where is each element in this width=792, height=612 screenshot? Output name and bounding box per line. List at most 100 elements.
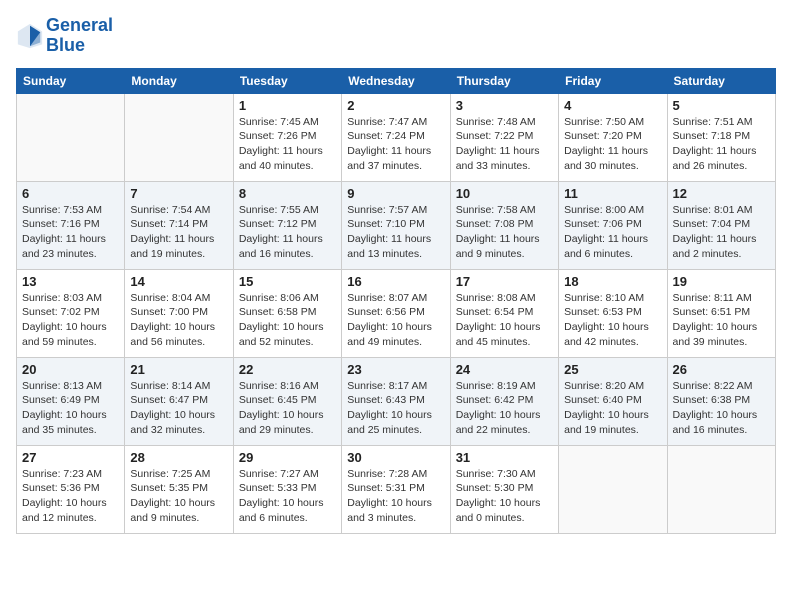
calendar-cell: 14 Sunrise: 8:04 AM Sunset: 7:00 PM Dayli… xyxy=(125,269,233,357)
day-info: Sunrise: 8:19 AM Sunset: 6:42 PM Dayligh… xyxy=(456,379,553,438)
calendar-cell: 8 Sunrise: 7:55 AM Sunset: 7:12 PM Daylig… xyxy=(233,181,341,269)
day-info: Sunrise: 7:25 AM Sunset: 5:35 PM Dayligh… xyxy=(130,467,227,526)
calendar-cell: 18 Sunrise: 8:10 AM Sunset: 6:53 PM Dayli… xyxy=(559,269,667,357)
day-number: 22 xyxy=(239,362,336,377)
calendar-cell: 4 Sunrise: 7:50 AM Sunset: 7:20 PM Daylig… xyxy=(559,93,667,181)
day-number: 13 xyxy=(22,274,119,289)
calendar-cell: 11 Sunrise: 8:00 AM Sunset: 7:06 PM Dayli… xyxy=(559,181,667,269)
calendar-cell: 23Sunrise: 8:17 AM Sunset: 6:43 PM Dayli… xyxy=(342,357,450,445)
calendar-cell: 30 Sunrise: 7:28 AM Sunset: 5:31 PM Dayli… xyxy=(342,445,450,533)
calendar-cell: 27 Sunrise: 7:23 AM Sunset: 5:36 PM Dayli… xyxy=(17,445,125,533)
day-number: 25 xyxy=(564,362,661,377)
page-header: General Blue xyxy=(16,16,776,56)
calendar-cell: 5Sunrise: 7:51 AM Sunset: 7:18 PM Daylig… xyxy=(667,93,775,181)
logo-icon xyxy=(16,22,44,50)
day-info: Sunrise: 8:22 AM Sunset: 6:38 PM Dayligh… xyxy=(673,379,770,438)
calendar-cell: 20 Sunrise: 8:13 AM Sunset: 6:49 PM Dayli… xyxy=(17,357,125,445)
day-number: 4 xyxy=(564,98,661,113)
calendar-cell: 6 Sunrise: 7:53 AM Sunset: 7:16 PM Daylig… xyxy=(17,181,125,269)
day-info: Sunrise: 8:17 AM Sunset: 6:43 PM Dayligh… xyxy=(347,379,444,438)
day-number: 10 xyxy=(456,186,553,201)
calendar-cell: 26 Sunrise: 8:22 AM Sunset: 6:38 PM Dayli… xyxy=(667,357,775,445)
calendar-cell: 3 Sunrise: 7:48 AM Sunset: 7:22 PM Daylig… xyxy=(450,93,558,181)
day-info: Sunrise: 8:13 AM Sunset: 6:49 PM Dayligh… xyxy=(22,379,119,438)
calendar-cell: 31 Sunrise: 7:30 AM Sunset: 5:30 PM Dayli… xyxy=(450,445,558,533)
day-info: Sunrise: 7:27 AM Sunset: 5:33 PM Dayligh… xyxy=(239,467,336,526)
calendar-week-row: 27 Sunrise: 7:23 AM Sunset: 5:36 PM Dayli… xyxy=(17,445,776,533)
day-info: Sunrise: 8:20 AM Sunset: 6:40 PM Dayligh… xyxy=(564,379,661,438)
calendar-cell: 24Sunrise: 8:19 AM Sunset: 6:42 PM Dayli… xyxy=(450,357,558,445)
logo-text: General Blue xyxy=(46,16,113,56)
day-number: 15 xyxy=(239,274,336,289)
calendar-cell: 15 Sunrise: 8:06 AM Sunset: 6:58 PM Dayli… xyxy=(233,269,341,357)
day-number: 2 xyxy=(347,98,444,113)
calendar-cell xyxy=(17,93,125,181)
calendar-cell: 19 Sunrise: 8:11 AM Sunset: 6:51 PM Dayli… xyxy=(667,269,775,357)
day-number: 12 xyxy=(673,186,770,201)
calendar-header-row: SundayMondayTuesdayWednesdayThursdayFrid… xyxy=(17,68,776,93)
day-number: 17 xyxy=(456,274,553,289)
day-number: 16 xyxy=(347,274,444,289)
day-number: 31 xyxy=(456,450,553,465)
day-info: Sunrise: 7:47 AM Sunset: 7:24 PM Dayligh… xyxy=(347,115,444,174)
day-number: 6 xyxy=(22,186,119,201)
day-info: Sunrise: 7:23 AM Sunset: 5:36 PM Dayligh… xyxy=(22,467,119,526)
day-number: 19 xyxy=(673,274,770,289)
day-info: Sunrise: 8:11 AM Sunset: 6:51 PM Dayligh… xyxy=(673,291,770,350)
day-info: Sunrise: 8:16 AM Sunset: 6:45 PM Dayligh… xyxy=(239,379,336,438)
day-header-monday: Monday xyxy=(125,68,233,93)
day-header-saturday: Saturday xyxy=(667,68,775,93)
day-info: Sunrise: 8:00 AM Sunset: 7:06 PM Dayligh… xyxy=(564,203,661,262)
day-header-tuesday: Tuesday xyxy=(233,68,341,93)
logo: General Blue xyxy=(16,16,113,56)
calendar-cell: 12 Sunrise: 8:01 AM Sunset: 7:04 PM Dayli… xyxy=(667,181,775,269)
day-info: Sunrise: 7:55 AM Sunset: 7:12 PM Dayligh… xyxy=(239,203,336,262)
day-info: Sunrise: 7:30 AM Sunset: 5:30 PM Dayligh… xyxy=(456,467,553,526)
calendar-week-row: 20 Sunrise: 8:13 AM Sunset: 6:49 PM Dayli… xyxy=(17,357,776,445)
day-info: Sunrise: 7:50 AM Sunset: 7:20 PM Dayligh… xyxy=(564,115,661,174)
day-info: Sunrise: 7:57 AM Sunset: 7:10 PM Dayligh… xyxy=(347,203,444,262)
day-number: 11 xyxy=(564,186,661,201)
calendar-cell xyxy=(559,445,667,533)
day-header-wednesday: Wednesday xyxy=(342,68,450,93)
day-info: Sunrise: 8:04 AM Sunset: 7:00 PM Dayligh… xyxy=(130,291,227,350)
calendar-cell: 10 Sunrise: 7:58 AM Sunset: 7:08 PM Dayli… xyxy=(450,181,558,269)
day-info: Sunrise: 8:01 AM Sunset: 7:04 PM Dayligh… xyxy=(673,203,770,262)
calendar-week-row: 6 Sunrise: 7:53 AM Sunset: 7:16 PM Daylig… xyxy=(17,181,776,269)
calendar-table: SundayMondayTuesdayWednesdayThursdayFrid… xyxy=(16,68,776,534)
calendar-cell: 22 Sunrise: 8:16 AM Sunset: 6:45 PM Dayli… xyxy=(233,357,341,445)
day-info: Sunrise: 8:06 AM Sunset: 6:58 PM Dayligh… xyxy=(239,291,336,350)
day-info: Sunrise: 8:14 AM Sunset: 6:47 PM Dayligh… xyxy=(130,379,227,438)
day-number: 28 xyxy=(130,450,227,465)
day-number: 27 xyxy=(22,450,119,465)
day-info: Sunrise: 7:53 AM Sunset: 7:16 PM Dayligh… xyxy=(22,203,119,262)
calendar-cell: 25 Sunrise: 8:20 AM Sunset: 6:40 PM Dayli… xyxy=(559,357,667,445)
calendar-cell: 17Sunrise: 8:08 AM Sunset: 6:54 PM Dayli… xyxy=(450,269,558,357)
calendar-cell xyxy=(125,93,233,181)
calendar-cell: 29Sunrise: 7:27 AM Sunset: 5:33 PM Dayli… xyxy=(233,445,341,533)
calendar-cell: 28 Sunrise: 7:25 AM Sunset: 5:35 PM Dayli… xyxy=(125,445,233,533)
day-number: 20 xyxy=(22,362,119,377)
day-number: 3 xyxy=(456,98,553,113)
calendar-week-row: 1Sunrise: 7:45 AM Sunset: 7:26 PM Daylig… xyxy=(17,93,776,181)
day-number: 8 xyxy=(239,186,336,201)
day-number: 26 xyxy=(673,362,770,377)
day-info: Sunrise: 7:58 AM Sunset: 7:08 PM Dayligh… xyxy=(456,203,553,262)
calendar-cell: 7Sunrise: 7:54 AM Sunset: 7:14 PM Daylig… xyxy=(125,181,233,269)
day-number: 9 xyxy=(347,186,444,201)
calendar-cell: 16Sunrise: 8:07 AM Sunset: 6:56 PM Dayli… xyxy=(342,269,450,357)
day-info: Sunrise: 7:45 AM Sunset: 7:26 PM Dayligh… xyxy=(239,115,336,174)
day-info: Sunrise: 7:28 AM Sunset: 5:31 PM Dayligh… xyxy=(347,467,444,526)
calendar-cell: 1Sunrise: 7:45 AM Sunset: 7:26 PM Daylig… xyxy=(233,93,341,181)
day-number: 14 xyxy=(130,274,227,289)
day-number: 18 xyxy=(564,274,661,289)
day-info: Sunrise: 7:48 AM Sunset: 7:22 PM Dayligh… xyxy=(456,115,553,174)
calendar-cell: 9 Sunrise: 7:57 AM Sunset: 7:10 PM Daylig… xyxy=(342,181,450,269)
day-info: Sunrise: 8:10 AM Sunset: 6:53 PM Dayligh… xyxy=(564,291,661,350)
calendar-cell: 2 Sunrise: 7:47 AM Sunset: 7:24 PM Daylig… xyxy=(342,93,450,181)
calendar-cell: 21Sunrise: 8:14 AM Sunset: 6:47 PM Dayli… xyxy=(125,357,233,445)
day-info: Sunrise: 8:03 AM Sunset: 7:02 PM Dayligh… xyxy=(22,291,119,350)
day-number: 7 xyxy=(130,186,227,201)
day-number: 5 xyxy=(673,98,770,113)
day-number: 30 xyxy=(347,450,444,465)
